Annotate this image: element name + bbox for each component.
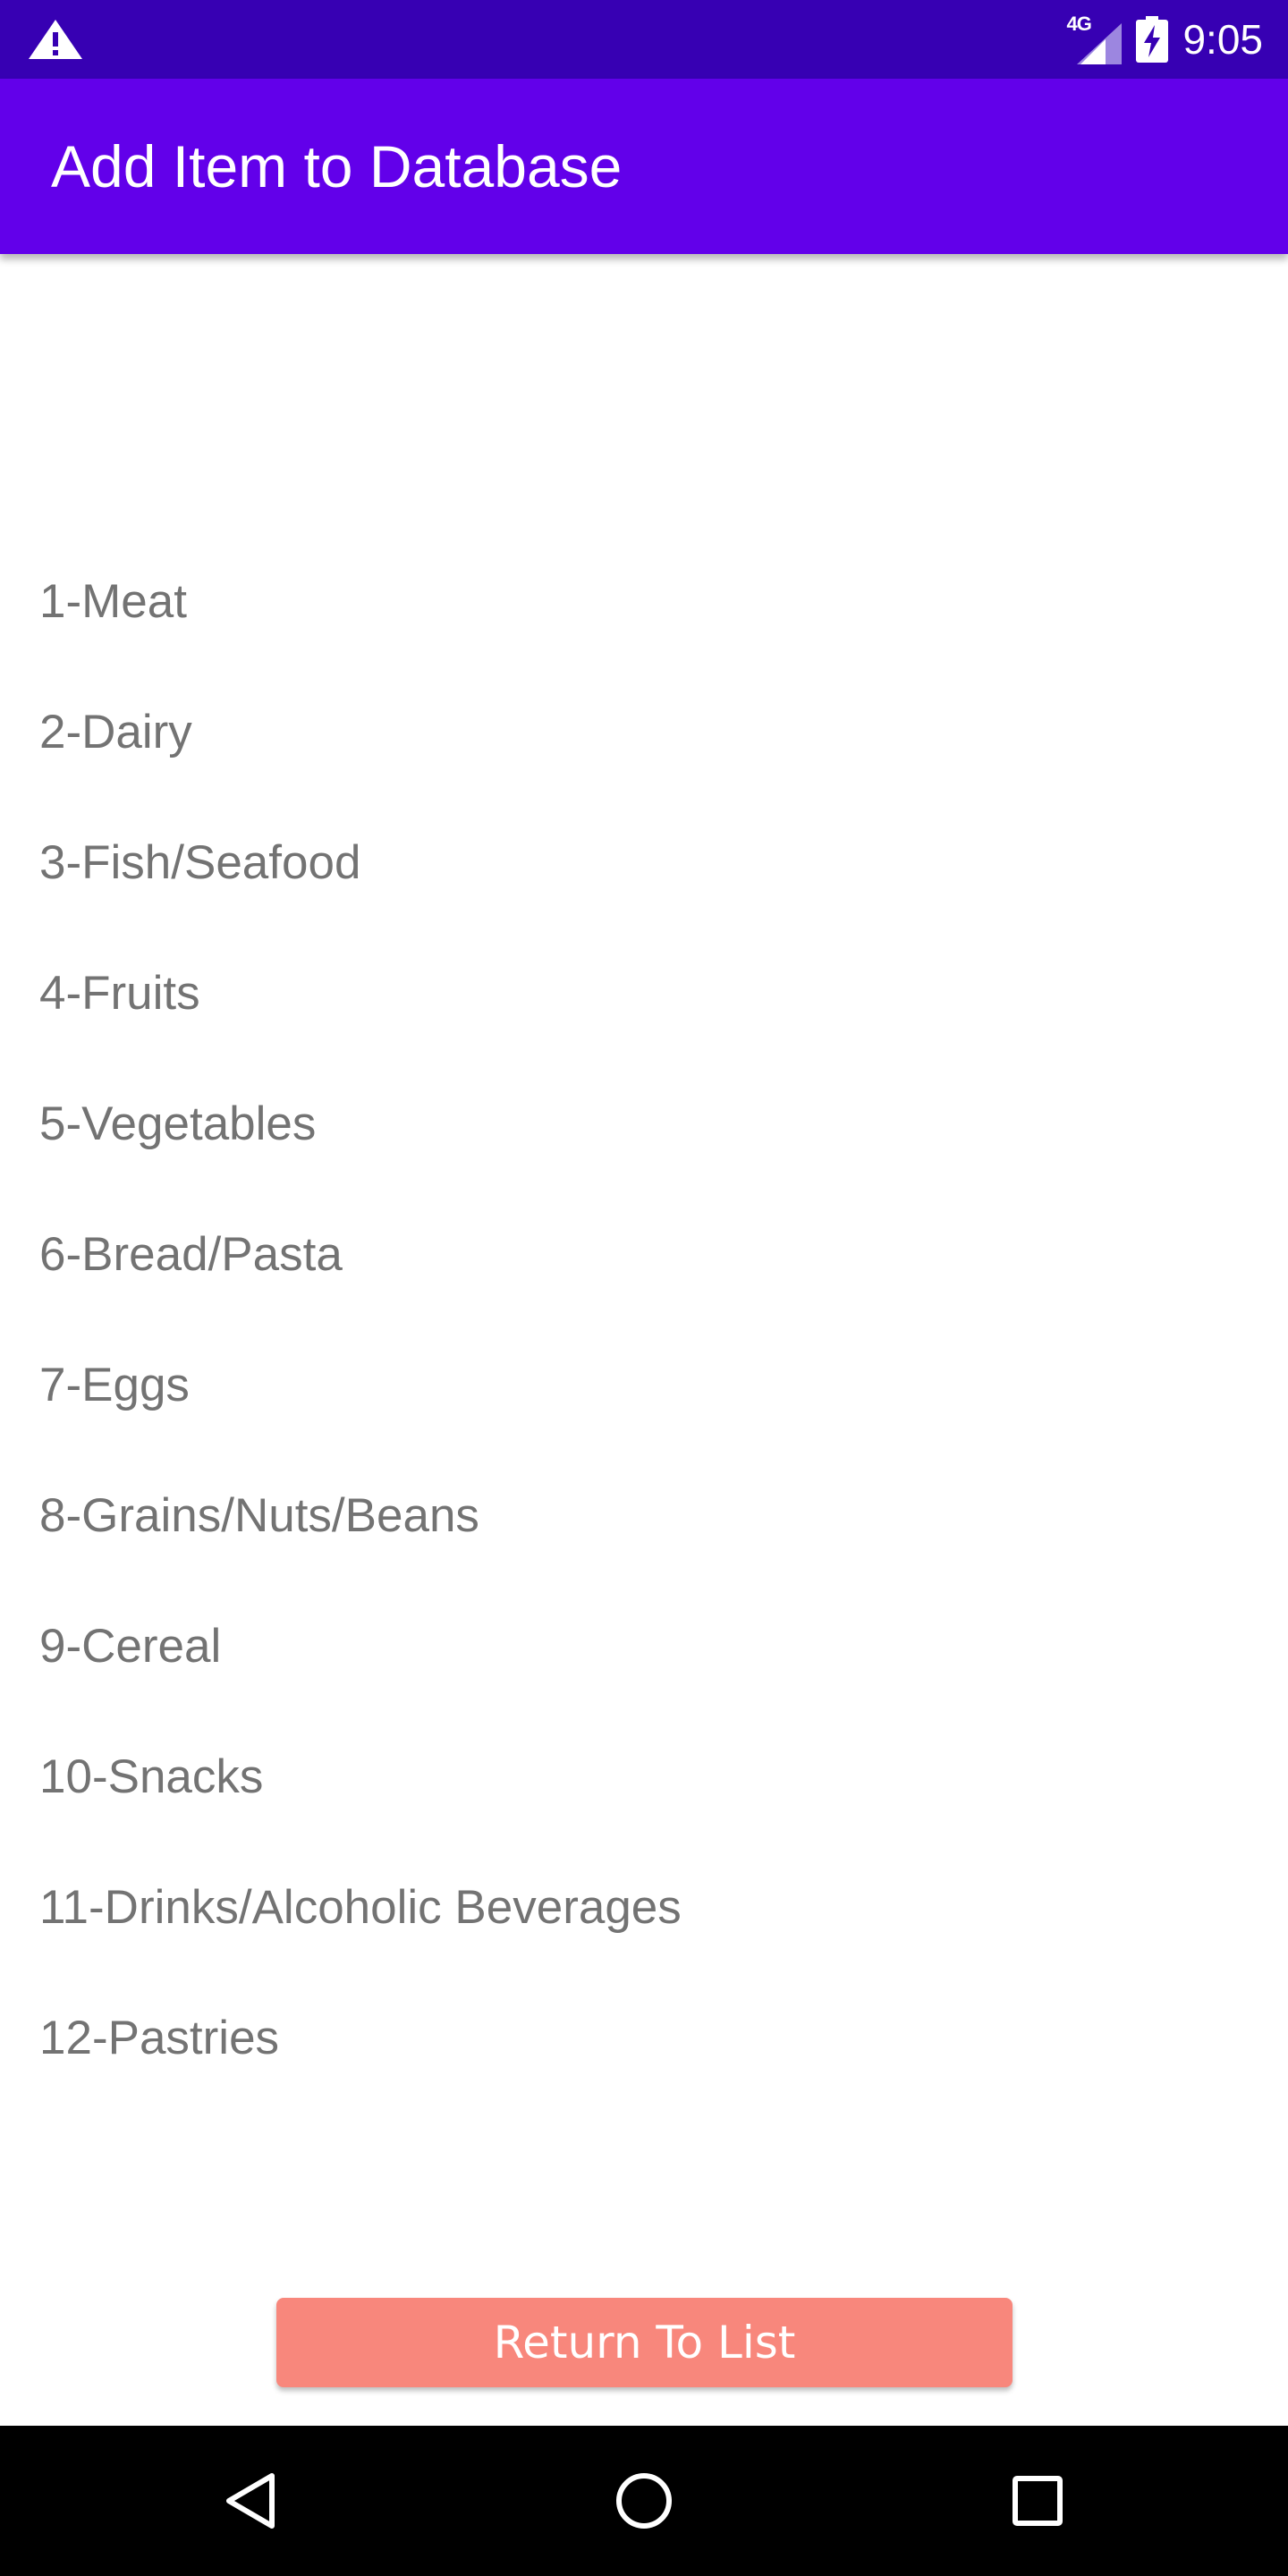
status-bar: 4G 9:05: [0, 0, 1288, 79]
network-indicator: 4G: [1066, 13, 1123, 64]
recent-apps-icon: [1013, 2476, 1063, 2526]
category-item-drinks[interactable]: 11-Drinks/Alcoholic Beverages: [0, 1843, 1288, 1973]
app-screen: 4G 9:05 Add Item to Database 1-Meat 2-Da…: [0, 0, 1288, 2576]
home-icon: [616, 2473, 672, 2529]
status-icons: 4G 9:05: [1066, 0, 1263, 79]
category-item-cereal[interactable]: 9-Cereal: [0, 1581, 1288, 1712]
category-item-meat[interactable]: 1-Meat: [0, 537, 1288, 667]
back-button[interactable]: [161, 2426, 340, 2576]
category-item-snacks[interactable]: 10-Snacks: [0, 1712, 1288, 1843]
warning-icon: [29, 20, 82, 59]
back-icon: [226, 2473, 275, 2529]
home-button[interactable]: [555, 2426, 733, 2576]
category-item-fruits[interactable]: 4-Fruits: [0, 928, 1288, 1059]
category-item-eggs[interactable]: 7-Eggs: [0, 1320, 1288, 1451]
category-list: 1-Meat 2-Dairy 3-Fish/Seafood 4-Fruits 5…: [0, 537, 1288, 2104]
battery-charging-icon: [1136, 16, 1169, 63]
status-time: 9:05: [1182, 16, 1263, 63]
category-item-pastries[interactable]: 12-Pastries: [0, 1973, 1288, 2104]
category-item-fish-seafood[interactable]: 3-Fish/Seafood: [0, 798, 1288, 928]
signal-icon: [1077, 23, 1123, 64]
category-item-bread-pasta[interactable]: 6-Bread/Pasta: [0, 1190, 1288, 1320]
category-item-grains-nuts-beans[interactable]: 8-Grains/Nuts/Beans: [0, 1451, 1288, 1581]
recent-apps-button[interactable]: [948, 2426, 1127, 2576]
app-bar: Add Item to Database: [0, 79, 1288, 254]
navigation-bar: [0, 2426, 1288, 2576]
category-item-vegetables[interactable]: 5-Vegetables: [0, 1059, 1288, 1190]
category-item-dairy[interactable]: 2-Dairy: [0, 667, 1288, 798]
page-title: Add Item to Database: [51, 133, 623, 199]
return-to-list-button[interactable]: Return To List: [276, 2298, 1013, 2387]
